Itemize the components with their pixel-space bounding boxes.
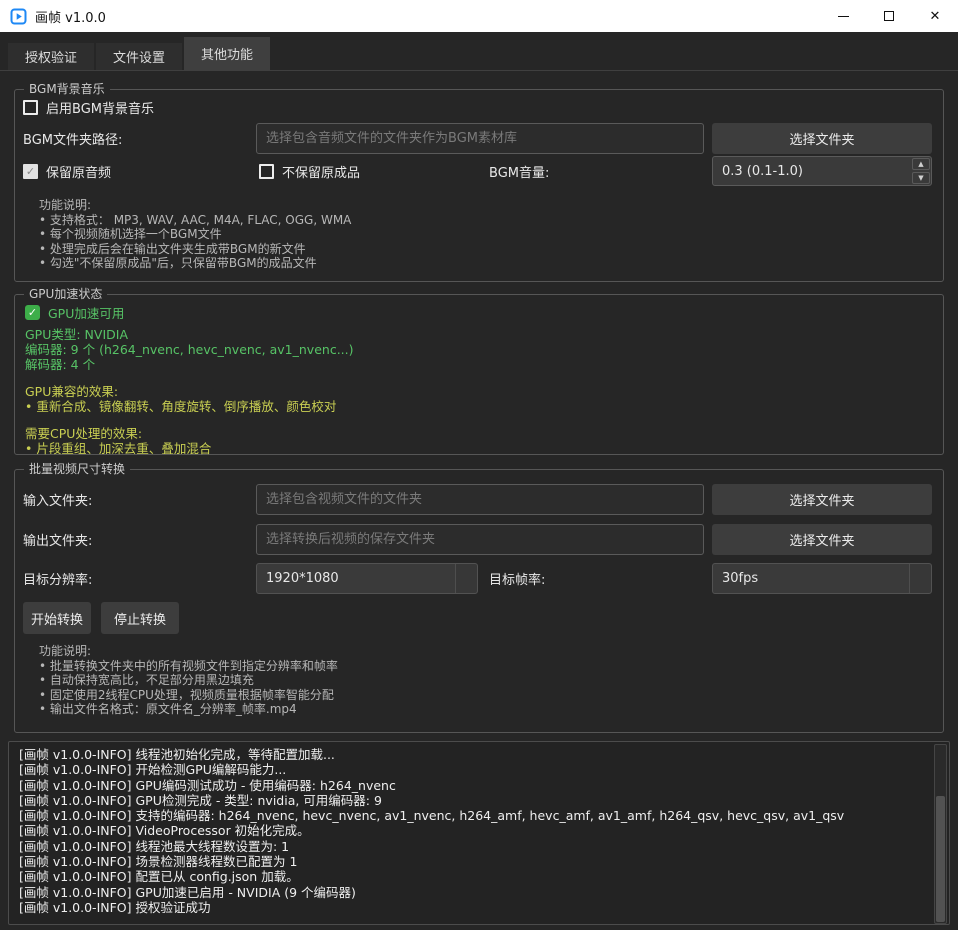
log-scrollbar[interactable] <box>934 744 947 924</box>
maximize-button[interactable] <box>866 0 912 32</box>
output-folder-label: 输出文件夹: <box>23 530 92 549</box>
gpu-status-label: GPU加速可用 <box>48 303 124 322</box>
gpu-decoder-line: 解码器: 4 个 <box>25 354 95 373</box>
bgm-volume-label: BGM音量: <box>489 162 549 181</box>
resolution-value-input[interactable] <box>257 564 455 593</box>
app-icon <box>10 8 27 25</box>
enable-bgm-label: 启用BGM背景音乐 <box>46 98 154 117</box>
tab-file-settings[interactable]: 文件设置 <box>96 43 182 70</box>
checkbox-checked-icon: ✓ <box>23 164 38 179</box>
log-console[interactable]: [画帧 v1.0.0-INFO] 线程池初始化完成，等待配置加载... [画帧 … <box>8 741 950 925</box>
batch-group: 批量视频尺寸转换 输入文件夹: 选择文件夹 输出文件夹: 选择文件夹 目标分辨率… <box>14 469 944 733</box>
discard-original-checkbox[interactable]: 不保留原成品 <box>259 162 360 181</box>
maximize-icon <box>884 11 894 21</box>
input-folder-label: 输入文件夹: <box>23 490 92 509</box>
tab-label: 其他功能 <box>201 44 253 63</box>
enable-bgm-checkbox[interactable]: 启用BGM背景音乐 <box>23 98 154 117</box>
log-line: [画帧 v1.0.0-INFO] 场景检测器线程数已配置为 1 <box>19 854 939 869</box>
note-line: • 支持格式： MP3, WAV, AAC, M4A, FLAC, OGG, W… <box>39 213 351 228</box>
tab-label: 文件设置 <box>113 47 165 66</box>
note-line: • 处理完成后会在输出文件夹生成带BGM的新文件 <box>39 242 351 257</box>
spin-arrows: ▲ ▼ <box>911 157 931 185</box>
note-line: • 自动保持宽高比，不足部分用黑边填充 <box>39 673 338 688</box>
input-folder-input[interactable] <box>256 484 704 515</box>
gpu-compat-line: • 重新合成、镜像翻转、角度旋转、倒序播放、颜色校对 <box>25 396 336 415</box>
bgm-volume-input[interactable] <box>713 164 911 179</box>
stop-convert-button[interactable]: 停止转换 <box>101 602 179 634</box>
close-button[interactable]: ✕ <box>912 0 958 32</box>
keep-audio-checkbox[interactable]: ✓ 保留原音频 <box>23 162 111 181</box>
cpu-effects-line: • 片段重组、加深去重、叠加混合 <box>25 438 211 457</box>
title-bar: 画帧 v1.0.0 ✕ <box>0 0 958 32</box>
resolution-combobox[interactable] <box>256 563 478 594</box>
checkbox-unchecked-icon <box>23 100 38 115</box>
notes-title: 功能说明: <box>39 198 351 213</box>
log-line: [画帧 v1.0.0-INFO] GPU加速已启用 - NVIDIA (9 个编… <box>19 885 939 900</box>
note-line: • 勾选"不保留原成品"后，只保留带BGM的成品文件 <box>39 256 351 271</box>
note-line: • 固定使用2线程CPU处理，视频质量根据帧率智能分配 <box>39 688 338 703</box>
batch-notes: 功能说明: • 批量转换文件夹中的所有视频文件到指定分辨率和帧率 • 自动保持宽… <box>39 644 338 717</box>
note-line: • 每个视频随机选择一个BGM文件 <box>39 227 351 242</box>
gpu-group: GPU加速状态 ✓ GPU加速可用 GPU类型: NVIDIA 编码器: 9 个… <box>14 294 944 455</box>
log-line: [画帧 v1.0.0-INFO] GPU检测完成 - 类型: nvidia, 可… <box>19 793 939 808</box>
gpu-status-indicator: ✓ GPU加速可用 <box>25 303 124 322</box>
gpu-group-title: GPU加速状态 <box>24 286 107 302</box>
bgm-choose-folder-button[interactable]: 选择文件夹 <box>712 123 932 154</box>
batch-group-title: 批量视频尺寸转换 <box>24 461 130 477</box>
input-choose-folder-button[interactable]: 选择文件夹 <box>712 484 932 515</box>
spin-down-button[interactable]: ▼ <box>912 172 930 184</box>
log-line: [画帧 v1.0.0-INFO] 线程池初始化完成，等待配置加载... <box>19 747 939 762</box>
bgm-path-label: BGM文件夹路径: <box>23 129 122 148</box>
log-line: [画帧 v1.0.0-INFO] GPU编码测试成功 - 使用编码器: h264… <box>19 778 939 793</box>
log-line: [画帧 v1.0.0-INFO] VideoProcessor 初始化完成。 <box>19 823 939 838</box>
bgm-notes: 功能说明: • 支持格式： MP3, WAV, AAC, M4A, FLAC, … <box>39 198 351 271</box>
spin-up-button[interactable]: ▲ <box>912 158 930 170</box>
gpu-check-icon: ✓ <box>25 305 40 320</box>
combo-dropdown-button[interactable] <box>909 564 931 593</box>
close-icon: ✕ <box>930 9 941 24</box>
app-window: 画帧 v1.0.0 ✕ 授权验证 文件设置 其他功能 BGM背景音乐 <box>0 0 958 930</box>
tab-other-features[interactable]: 其他功能 <box>184 37 270 70</box>
bgm-group: BGM背景音乐 启用BGM背景音乐 BGM文件夹路径: 选择文件夹 ✓ 保留原音… <box>14 89 944 282</box>
resolution-label: 目标分辨率: <box>23 569 92 588</box>
note-line: • 批量转换文件夹中的所有视频文件到指定分辨率和帧率 <box>39 659 338 674</box>
discard-original-label: 不保留原成品 <box>282 162 360 181</box>
tab-bar: 授权验证 文件设置 其他功能 <box>0 38 958 71</box>
note-line: • 输出文件名格式：原文件名_分辨率_帧率.mp4 <box>39 702 338 717</box>
log-scrollbar-thumb[interactable] <box>936 796 945 922</box>
log-line: [画帧 v1.0.0-INFO] 开始检测GPU编解码能力... <box>19 762 939 777</box>
log-line: [画帧 v1.0.0-INFO] 授权验证成功 <box>19 900 939 915</box>
start-convert-button[interactable]: 开始转换 <box>23 602 91 634</box>
output-folder-input[interactable] <box>256 524 704 555</box>
output-choose-folder-button[interactable]: 选择文件夹 <box>712 524 932 555</box>
combo-dropdown-button[interactable] <box>455 564 477 593</box>
checkbox-unchecked-icon <box>259 164 274 179</box>
bgm-path-input[interactable] <box>256 123 704 154</box>
window-title: 画帧 v1.0.0 <box>35 7 106 26</box>
fps-value-input[interactable] <box>713 564 909 593</box>
tab-label: 授权验证 <box>25 47 77 66</box>
bgm-group-title: BGM背景音乐 <box>24 81 110 97</box>
minimize-button[interactable] <box>820 0 866 32</box>
log-line: [画帧 v1.0.0-INFO] 配置已从 config.json 加载。 <box>19 869 939 884</box>
log-line: [画帧 v1.0.0-INFO] 线程池最大线程数设置为: 1 <box>19 839 939 854</box>
log-line: [画帧 v1.0.0-INFO] 支持的编码器: h264_nvenc, hev… <box>19 808 939 823</box>
keep-audio-label: 保留原音频 <box>46 162 111 181</box>
fps-combobox[interactable] <box>712 563 932 594</box>
notes-title: 功能说明: <box>39 644 338 659</box>
minimize-icon <box>838 16 849 17</box>
bgm-volume-spinbox: ▲ ▼ <box>712 156 932 186</box>
fps-label: 目标帧率: <box>489 569 545 588</box>
tab-license[interactable]: 授权验证 <box>8 43 94 70</box>
